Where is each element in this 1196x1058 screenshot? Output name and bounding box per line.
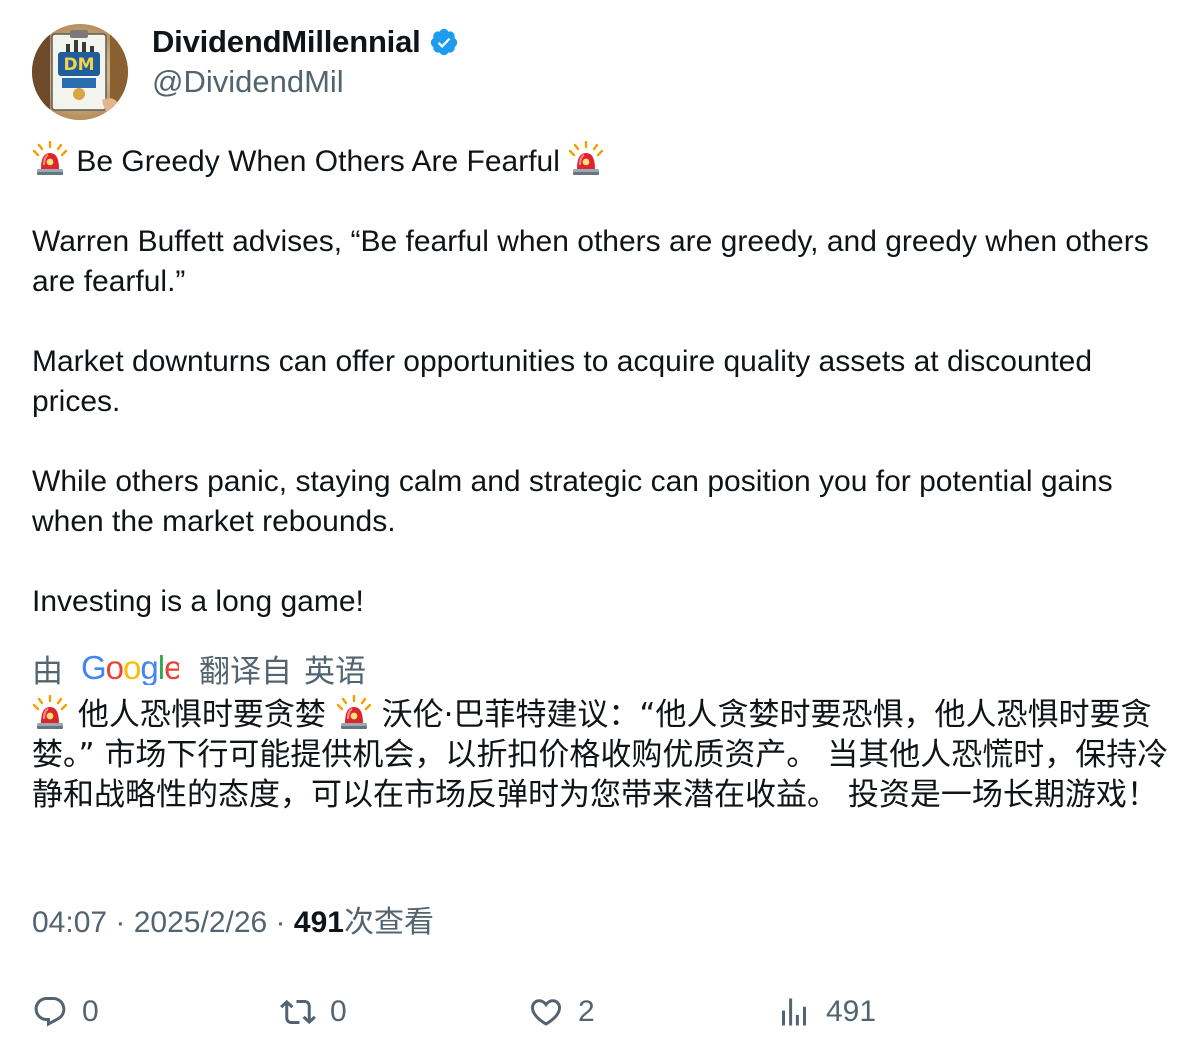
tweet-paragraph: Investing is a long game! [32, 585, 364, 618]
author-info: DividendMillennial @DividendMil [152, 24, 459, 100]
meta-separator: · [107, 906, 134, 939]
tweet-time[interactable]: 04:07 [32, 906, 107, 939]
svg-text:Google: Google [81, 651, 179, 685]
user-handle[interactable]: @DividendMil [152, 64, 459, 100]
tweet-date[interactable]: 2025/2/26 [134, 906, 267, 939]
tweet: DM DividendMillennial @DividendMil Be Gr… [0, 0, 1196, 1058]
tweet-meta: 04:07 · 2025/2/26 · 491次查看 [32, 903, 434, 943]
translation-banner: 由 Google 翻译自 英语 [32, 647, 366, 689]
analytics-bar-chart-icon [782, 998, 806, 1026]
tweet-paragraph: Warren Buffett advises, “Be fearful when… [32, 225, 1158, 298]
views-button[interactable]: 491 [776, 990, 876, 1034]
display-name-row[interactable]: DividendMillennial [152, 24, 459, 60]
translation-middle-text: 翻译自 [199, 653, 292, 689]
views-action-count: 491 [826, 995, 877, 1028]
tweet-paragraph: While others panic, staying calm and str… [32, 465, 1121, 538]
meta-separator: · [267, 906, 294, 939]
views-count: 491 [293, 906, 344, 939]
translated-text-segment: 他人恐惧时要贪婪 [68, 697, 336, 733]
rotating-light-emoji-icon [32, 141, 68, 175]
rotating-light-emoji-icon [336, 695, 371, 729]
reply-icon [34, 997, 66, 1027]
reply-count: 0 [82, 995, 99, 1028]
tweet-text: Be Greedy When Others Are Fearful Warren… [32, 141, 1172, 622]
svg-text:DM: DM [63, 55, 94, 75]
rotating-light-emoji-icon [569, 141, 604, 175]
reply-button[interactable]: 0 [32, 990, 99, 1034]
views-label: 次查看 [343, 906, 434, 939]
display-name[interactable]: DividendMillennial [152, 24, 421, 60]
retweet-icon [280, 999, 316, 1025]
tweet-headline: Be Greedy When Others Are Fearful [32, 141, 1172, 182]
google-logo-icon: Google [81, 651, 179, 685]
translated-text: 他人恐惧时要贪婪 沃伦·巴菲特建议：“他人贪婪时要恐惧，他人恐惧时要贪婪。” 市… [32, 695, 1172, 815]
like-button[interactable]: 2 [528, 990, 595, 1034]
tweet-paragraph: Market downturns can offer opportunities… [32, 345, 1101, 418]
verified-badge-icon[interactable] [429, 27, 459, 57]
avatar[interactable]: DM [32, 24, 128, 120]
action-bar: 0 0 2 491 [32, 990, 1172, 1034]
translation-prefix: 由 [32, 653, 63, 689]
tweet-headline-text: Be Greedy When Others Are Fearful [68, 145, 569, 178]
source-language-link[interactable]: 英语 [304, 646, 366, 691]
rotating-light-emoji-icon [32, 695, 68, 729]
retweet-button[interactable]: 0 [280, 990, 347, 1034]
retweet-count: 0 [330, 995, 347, 1028]
like-count: 2 [578, 995, 595, 1028]
heart-icon [530, 999, 562, 1026]
avatar-image: DM [32, 24, 128, 120]
